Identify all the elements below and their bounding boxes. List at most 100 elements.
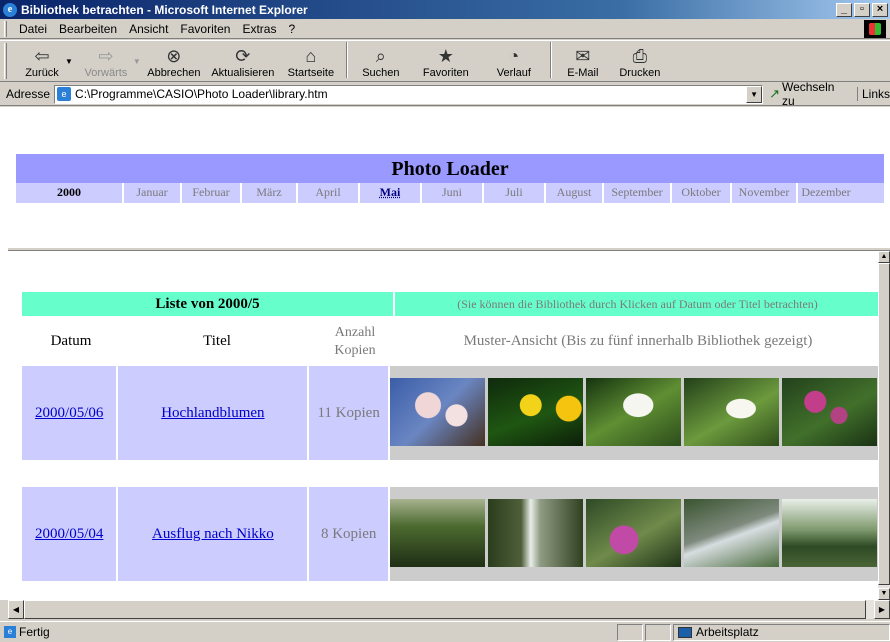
month-navigation: 2000 Januar Februar März April Mai Juni … — [16, 183, 884, 203]
scroll-left-button[interactable]: ◀ — [8, 600, 24, 619]
maximize-button[interactable]: ▫ — [854, 2, 870, 17]
row-date-link[interactable]: 2000/05/06 — [35, 405, 103, 422]
close-button[interactable]: × — [872, 2, 888, 17]
printer-icon: ⎙ — [632, 46, 648, 66]
go-arrow-icon: ↗ — [769, 86, 780, 101]
month-februar[interactable]: Februar — [182, 183, 242, 203]
mail-label: E-Mail — [567, 67, 599, 79]
column-header-preview: Muster-Ansicht (Bis zu fünf innerhalb Bi… — [463, 333, 813, 349]
row-title-cell: Ausflug nach Nikko — [118, 487, 308, 581]
photo-thumbnail[interactable] — [586, 378, 682, 446]
month-september[interactable]: September — [604, 183, 672, 203]
photo-thumbnail[interactable] — [488, 378, 584, 446]
menubar-grip[interactable] — [4, 20, 7, 37]
photo-thumbnail[interactable] — [390, 378, 486, 446]
vertical-scroll-thumb[interactable] — [878, 263, 890, 585]
month-mai[interactable]: Mai — [360, 183, 422, 203]
forward-dropdown[interactable]: ▼ — [133, 57, 141, 66]
scroll-down-button[interactable]: ▼ — [878, 588, 890, 600]
column-header-count: Anzahl Kopien — [334, 325, 376, 358]
address-dropdown-button[interactable]: ▼ — [746, 85, 763, 103]
photo-thumbnail[interactable] — [782, 499, 878, 567]
back-arrow-icon: ⇦ — [34, 46, 50, 66]
month-juli[interactable]: Juli — [484, 183, 546, 203]
menu-help[interactable]: ? — [282, 22, 301, 36]
photo-thumbnail[interactable] — [684, 499, 780, 567]
row-title-cell: Hochlandblumen — [118, 366, 308, 460]
go-label: Wechseln zu — [781, 80, 835, 108]
row-title-link[interactable]: Ausflug nach Nikko — [152, 526, 274, 543]
row-date-cell: 2000/05/04 — [22, 487, 117, 581]
window-title: Bibliothek betrachten - Microsoft Intern… — [21, 2, 308, 17]
column-header-title: Titel — [203, 333, 231, 349]
row-title-link[interactable]: Hochlandblumen — [161, 405, 264, 422]
library-row: 2000/05/04 Ausflug nach Nikko 8 Kopien — [22, 487, 881, 581]
history-button[interactable]: ◔ Verlauf — [481, 41, 547, 81]
mail-button[interactable]: ✉ E-Mail — [555, 41, 611, 81]
toolbar-grip[interactable] — [4, 43, 7, 79]
status-message: Fertig — [19, 625, 50, 639]
stop-icon: ⊗ — [166, 46, 182, 66]
history-label: Verlauf — [496, 67, 531, 79]
history-icon: ◔ — [508, 46, 520, 66]
forward-button[interactable]: ⇨ Vorwärts — [73, 41, 139, 81]
page-icon: e — [57, 87, 72, 101]
month-april[interactable]: April — [298, 183, 360, 203]
favorites-button[interactable]: ★ Favoriten — [411, 41, 481, 81]
library-header: Liste von 2000/5 (Sie können die Bibliot… — [22, 292, 880, 316]
address-bar: Adresse e C:\Programme\CASIO\Photo Loade… — [0, 80, 890, 108]
month-januar[interactable]: Januar — [124, 183, 182, 203]
links-button[interactable]: Links — [856, 87, 890, 101]
year-label: 2000 — [16, 183, 124, 203]
month-november[interactable]: November — [732, 183, 798, 203]
menu-favoriten[interactable]: Favoriten — [174, 22, 236, 36]
month-maerz[interactable]: März — [242, 183, 298, 203]
mail-icon: ✉ — [575, 46, 591, 66]
menu-bar: Datei Bearbeiten Ansicht Favoriten Extra… — [0, 19, 890, 39]
row-count: 8 Kopien — [309, 487, 389, 581]
menu-datei[interactable]: Datei — [13, 22, 53, 36]
status-bar: e Fertig Arbeitsplatz — [0, 621, 890, 642]
content-left-margin — [0, 107, 8, 600]
month-dezember[interactable]: Dezember — [798, 183, 854, 203]
menu-extras[interactable]: Extras — [236, 22, 282, 36]
search-label: Suchen — [362, 67, 400, 79]
menu-ansicht[interactable]: Ansicht — [123, 22, 174, 36]
back-button[interactable]: ⇦ Zurück — [13, 41, 71, 81]
search-icon: ⌕ — [375, 46, 386, 66]
search-button[interactable]: ⌕ Suchen — [351, 41, 411, 81]
month-oktober[interactable]: Oktober — [672, 183, 732, 203]
title-bar: e Bibliothek betrachten - Microsoft Inte… — [0, 0, 890, 19]
toolbar-separator — [345, 42, 348, 78]
horizontal-scroll-thumb[interactable] — [24, 600, 866, 619]
home-label: Startseite — [287, 67, 335, 79]
favorites-icon: ★ — [437, 46, 454, 66]
address-value[interactable]: C:\Programme\CASIO\Photo Loader\library.… — [75, 87, 746, 101]
security-zone-panel: Arbeitsplatz — [673, 623, 890, 641]
print-button[interactable]: ⎙ Drucken — [611, 41, 669, 81]
vertical-scrollbar[interactable]: ▲ ▼ — [878, 251, 890, 600]
horizontal-scrollbar[interactable]: ◀ ▶ — [8, 600, 890, 619]
row-date-link[interactable]: 2000/05/04 — [35, 526, 103, 543]
computer-icon — [678, 626, 692, 638]
home-button[interactable]: ⌂ Startseite — [279, 41, 343, 81]
address-input[interactable]: e C:\Programme\CASIO\Photo Loader\librar… — [54, 84, 764, 104]
photo-thumbnail[interactable] — [390, 499, 486, 567]
windows-logo-icon — [864, 20, 886, 38]
go-button[interactable]: ↗ Wechseln zu — [769, 80, 849, 108]
menu-bearbeiten[interactable]: Bearbeiten — [53, 22, 123, 36]
photo-thumbnail[interactable] — [782, 378, 878, 446]
row-preview-strip — [390, 366, 881, 460]
stop-button[interactable]: ⊗ Abbrechen — [141, 41, 207, 81]
scroll-right-button[interactable]: ▶ — [874, 600, 890, 619]
month-august[interactable]: August — [546, 183, 604, 203]
minimize-button[interactable]: _ — [836, 2, 852, 17]
photo-thumbnail[interactable] — [488, 499, 584, 567]
library-row: 2000/05/06 Hochlandblumen 11 Kopien — [22, 366, 881, 460]
refresh-button[interactable]: ⟳ Aktualisieren — [207, 41, 279, 81]
photo-thumbnail[interactable] — [586, 499, 682, 567]
scroll-up-button[interactable]: ▲ — [878, 251, 890, 263]
month-juni[interactable]: Juni — [422, 183, 484, 203]
photo-thumbnail[interactable] — [684, 378, 780, 446]
back-dropdown[interactable]: ▼ — [65, 57, 73, 66]
